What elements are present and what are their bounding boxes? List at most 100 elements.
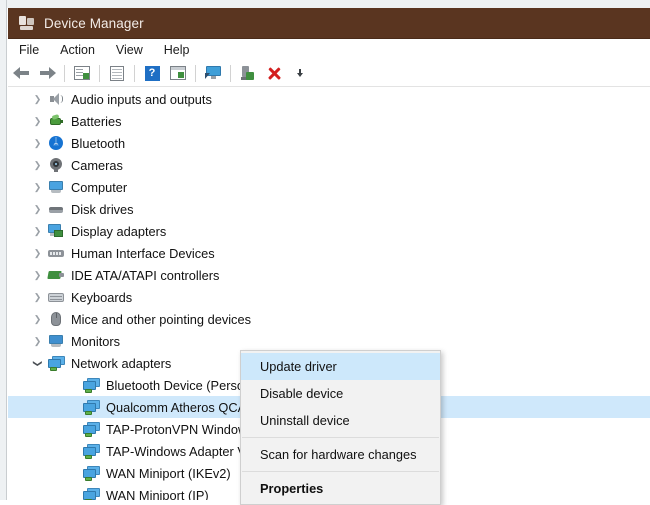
tree-row[interactable]: ❯ Batteries <box>8 110 650 132</box>
tree-row-icon <box>46 312 66 326</box>
question-mark-icon[interactable]: ? <box>140 62 164 84</box>
window-title: Device Manager <box>44 16 144 31</box>
network-adapter-icon <box>82 487 100 500</box>
chevron-right-icon[interactable]: ❯ <box>29 248 46 258</box>
download-arrow-icon[interactable] <box>288 62 312 84</box>
chevron-right-icon[interactable]: ❯ <box>29 116 46 126</box>
chevron-right-icon[interactable]: ❯ <box>29 182 46 192</box>
ide-controller-icon <box>47 269 64 281</box>
tree-row-label: IDE ATA/ATAPI controllers <box>71 267 220 283</box>
page-background-left <box>0 0 7 500</box>
tree-row[interactable]: ❯ IDE ATA/ATAPI controllers <box>8 264 650 286</box>
tree-row-icon <box>46 292 66 303</box>
tree-row-label: Human Interface Devices <box>71 245 215 261</box>
battery-icon <box>49 114 64 128</box>
menu-help[interactable]: Help <box>164 43 190 57</box>
menu-file[interactable]: File <box>19 43 39 57</box>
hid-icon <box>48 247 64 260</box>
tree-row[interactable]: ❯ Disk drives <box>8 198 650 220</box>
tree-row[interactable]: ❯ Keyboards <box>8 286 650 308</box>
chevron-right-icon[interactable]: ❯ <box>29 160 46 170</box>
context-item-disable-device[interactable]: Disable device <box>241 380 440 407</box>
back-arrow-icon[interactable] <box>9 62 33 84</box>
toolbar-separator <box>64 64 65 82</box>
red-x-icon[interactable] <box>262 62 286 84</box>
tree-row-icon <box>46 334 66 348</box>
context-menu-separator <box>242 437 439 438</box>
context-item-update-driver[interactable]: Update driver <box>241 353 440 380</box>
chevron-down-icon[interactable]: ❯ <box>33 355 43 372</box>
disk-drive-icon <box>48 203 64 215</box>
toolbar-separator <box>99 64 100 82</box>
menu-bar: File Action View Help <box>8 39 650 60</box>
chevron-right-icon[interactable]: ❯ <box>29 270 46 280</box>
tree-row[interactable]: ❯ Computer <box>8 176 650 198</box>
tree-row-label: Bluetooth <box>71 135 126 151</box>
context-item-properties[interactable]: Properties <box>241 475 440 502</box>
tree-row-icon <box>46 180 66 194</box>
chevron-right-icon[interactable]: ❯ <box>29 292 46 302</box>
chevron-right-icon[interactable]: ❯ <box>29 336 46 346</box>
chevron-right-icon[interactable]: ❯ <box>29 204 46 214</box>
tree-row[interactable]: ❯ Monitors <box>8 330 650 352</box>
device-manager-window: Device Manager File Action View Help ? ❯… <box>0 0 650 505</box>
tree-row-label: Cameras <box>71 157 123 173</box>
chevron-right-icon[interactable]: ❯ <box>29 138 46 148</box>
tree-row-label: Batteries <box>71 113 122 129</box>
tree-row-label: Audio inputs and outputs <box>71 91 212 107</box>
network-adapter-icon <box>82 465 100 481</box>
tree-row[interactable]: ❯ Cameras <box>8 154 650 176</box>
toolbar-separator <box>134 64 135 82</box>
forward-arrow-icon[interactable] <box>35 62 59 84</box>
tree-row[interactable]: ❯ Mice and other pointing devices <box>8 308 650 330</box>
context-item-uninstall-device[interactable]: Uninstall device <box>241 407 440 434</box>
panel-icon[interactable] <box>70 62 94 84</box>
tree-row-label: Disk drives <box>71 201 134 217</box>
tree-row[interactable]: ❯ Display adapters <box>8 220 650 242</box>
toolbar: ? <box>8 60 650 87</box>
tree-row-label: Keyboards <box>71 289 133 305</box>
menu-action[interactable]: Action <box>60 43 95 57</box>
tree-row-icon <box>46 224 66 238</box>
display-adapter-icon <box>48 224 64 238</box>
chevron-right-icon[interactable]: ❯ <box>29 226 46 236</box>
monitor-icon[interactable] <box>201 62 225 84</box>
network-adapter-icon <box>82 443 100 459</box>
context-item-scan-for-hardware-changes[interactable]: Scan for hardware changes <box>241 441 440 468</box>
network-adapter-icon <box>47 355 65 371</box>
tree-row-label: WAN Miniport (IKEv2) <box>106 465 231 481</box>
tree-row-icon <box>81 465 101 481</box>
network-adapter-icon <box>82 377 100 393</box>
tree-row[interactable]: ❯ ᛦ Bluetooth <box>8 132 650 154</box>
tree-row[interactable]: ❯ Audio inputs and outputs <box>8 88 650 110</box>
chevron-right-icon[interactable]: ❯ <box>29 314 46 324</box>
tree-row-icon <box>81 399 101 415</box>
tree-row[interactable]: ❯ Human Interface Devices <box>8 242 650 264</box>
chevron-right-icon[interactable]: ❯ <box>29 94 46 104</box>
tree-row-label: Computer <box>71 179 128 195</box>
toolbar-separator <box>195 64 196 82</box>
scan-icon[interactable] <box>236 62 260 84</box>
camera-icon <box>49 158 63 172</box>
speaker-icon <box>49 92 63 106</box>
properties-icon[interactable] <box>166 62 190 84</box>
tree-row-icon <box>81 377 101 393</box>
title-bar: Device Manager <box>8 8 650 39</box>
toolbar-separator <box>230 64 231 82</box>
tree-row-label: TAP-Windows Adapter V9 <box>106 443 253 459</box>
tree-row-icon <box>81 443 101 459</box>
tree-row-label: Display adapters <box>71 223 167 239</box>
tree-row-icon <box>46 114 66 128</box>
monitor-icon <box>48 334 64 348</box>
page-background-top <box>0 0 650 8</box>
context-menu-separator <box>242 471 439 472</box>
context-menu[interactable]: Update driver Disable device Uninstall dev… <box>240 350 441 505</box>
tree-row-label: Monitors <box>71 333 121 349</box>
tree-row-icon: ᛦ <box>46 136 66 150</box>
network-adapter-icon <box>82 421 100 437</box>
menu-view[interactable]: View <box>116 43 143 57</box>
document-icon[interactable] <box>105 62 129 84</box>
bluetooth-icon: ᛦ <box>49 136 63 150</box>
tree-row-label: WAN Miniport (IP) <box>106 487 209 501</box>
tree-row-label: Mice and other pointing devices <box>71 311 251 327</box>
